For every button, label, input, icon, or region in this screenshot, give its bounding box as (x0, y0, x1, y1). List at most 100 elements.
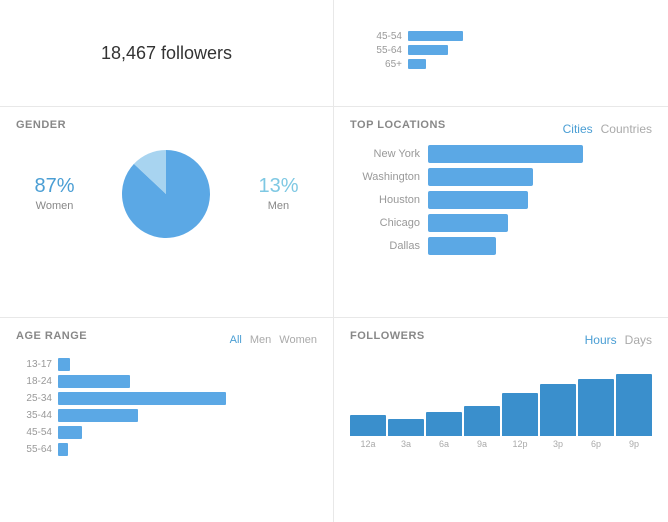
age-range-bar-row: 55-64 (16, 443, 317, 456)
loc-bar (428, 191, 528, 209)
age-bar-track (408, 59, 426, 69)
men-label: Men (268, 200, 289, 212)
bar-x-label: 9a (464, 439, 500, 449)
location-bars: New York Washington Houston Chicago Dall… (350, 145, 652, 255)
age-range-bar-row: 18-24 (16, 375, 317, 388)
top-age-bars-section: 45-54 55-64 65+ (334, 0, 668, 107)
age-range-tab-women[interactable]: Women (279, 334, 317, 346)
top-age-bar-row: 55-64 (364, 45, 652, 56)
bar-column (502, 393, 538, 436)
bar-x-label: 6p (578, 439, 614, 449)
ar-bar-label: 18-24 (16, 376, 52, 387)
bar-dark (464, 406, 500, 436)
age-range-title: AGE RANGE (16, 330, 87, 342)
followers-tabs: Hours Days (585, 333, 652, 347)
age-bar-track (408, 31, 463, 41)
loc-bar-label: Washington (350, 171, 420, 183)
age-range-bar-row: 13-17 (16, 358, 317, 371)
loc-bar-label: Houston (350, 194, 420, 206)
loc-bar-label: Chicago (350, 217, 420, 229)
ar-bar (58, 392, 226, 405)
age-range-bar-row: 25-34 (16, 392, 317, 405)
loc-bar (428, 168, 533, 186)
bar-x-labels: 12a3a6a9a12p3p6p9p (350, 439, 652, 449)
age-range-panel: AGE RANGE All Men Women 13-17 18-24 25-34 … (0, 318, 334, 522)
bar-x-label: 12p (502, 439, 538, 449)
followers-count: 18,467 followers (101, 43, 232, 64)
followers-tab-hours[interactable]: Hours (585, 333, 617, 347)
gender-chart-area: 87% Women 13% Men (16, 139, 317, 249)
gender-men-stat: 13% Men (258, 175, 298, 212)
gender-women-stat: 87% Women (34, 175, 74, 212)
loc-bar (428, 145, 583, 163)
bar-x-label: 6a (426, 439, 462, 449)
locations-title: TOP LOCATIONS (350, 119, 446, 131)
locations-header: TOP LOCATIONS Cities Countries (350, 119, 652, 139)
bar-dark (540, 384, 576, 436)
age-bar-label: 65+ (364, 59, 402, 70)
gender-title: GENDER (16, 119, 317, 131)
followers-bar-chart (350, 356, 652, 436)
bar-dark (502, 393, 538, 436)
ar-bar-label: 13-17 (16, 359, 52, 370)
age-range-tab-all[interactable]: All (230, 334, 242, 346)
followers-panel: FOLLOWERS Hours Days 12a3a6a9a12p3p6p9p (334, 318, 668, 522)
bar-dark (388, 419, 424, 436)
loc-tab-cities[interactable]: Cities (563, 122, 593, 136)
ar-bar-label: 55-64 (16, 444, 52, 455)
bar-column (388, 419, 424, 436)
ar-bar-label: 35-44 (16, 410, 52, 421)
ar-bar (58, 426, 82, 439)
bar-x-label: 3p (540, 439, 576, 449)
locations-panel: TOP LOCATIONS Cities Countries New York W… (334, 107, 668, 319)
bar-x-label: 12a (350, 439, 386, 449)
age-bar-track (408, 45, 448, 55)
loc-tab-countries[interactable]: Countries (601, 122, 652, 136)
bar-dark (616, 374, 652, 436)
women-pct: 87% (34, 175, 74, 198)
bar-dark (426, 412, 462, 436)
ar-bar-label: 45-54 (16, 427, 52, 438)
top-followers-section: 18,467 followers (0, 0, 334, 107)
ar-bar (58, 443, 68, 456)
age-range-tab-men[interactable]: Men (250, 334, 271, 346)
gender-panel: GENDER 87% Women 13% Men (0, 107, 334, 319)
men-pct: 13% (258, 175, 298, 198)
age-range-bars: 13-17 18-24 25-34 35-44 45-54 55-64 (16, 358, 317, 456)
ar-bar (58, 409, 138, 422)
age-range-bar-row: 45-54 (16, 426, 317, 439)
bar-column (540, 384, 576, 436)
locations-tabs: Cities Countries (563, 122, 652, 136)
bar-x-label: 9p (616, 439, 652, 449)
women-label: Women (36, 200, 74, 212)
age-bar-label: 55-64 (364, 45, 402, 56)
location-bar-row: Chicago (350, 214, 652, 232)
age-range-header: AGE RANGE All Men Women (16, 330, 317, 350)
bar-column (578, 379, 614, 436)
location-bar-row: Dallas (350, 237, 652, 255)
pie-chart (111, 139, 221, 249)
ar-bar-label: 25-34 (16, 393, 52, 404)
top-age-bar-row: 65+ (364, 59, 652, 70)
location-bar-row: New York (350, 145, 652, 163)
bar-dark (350, 415, 386, 436)
loc-bar-label: New York (350, 148, 420, 160)
bar-column (616, 374, 652, 436)
followers-chart-header: FOLLOWERS Hours Days (350, 330, 652, 350)
loc-bar (428, 214, 508, 232)
location-bar-row: Washington (350, 168, 652, 186)
followers-chart-title: FOLLOWERS (350, 330, 425, 342)
dashboard: 18,467 followers 45-54 55-64 65+ GENDER … (0, 0, 668, 522)
age-range-tabs: All Men Women (230, 334, 317, 346)
location-bar-row: Houston (350, 191, 652, 209)
bar-column (350, 415, 386, 436)
ar-bar (58, 375, 130, 388)
bar-dark (578, 379, 614, 436)
followers-tab-days[interactable]: Days (625, 333, 652, 347)
loc-bar (428, 237, 496, 255)
loc-bar-label: Dallas (350, 240, 420, 252)
age-bar-label: 45-54 (364, 31, 402, 42)
top-age-bar-row: 45-54 (364, 31, 652, 42)
bar-column (464, 406, 500, 436)
bar-x-label: 3a (388, 439, 424, 449)
